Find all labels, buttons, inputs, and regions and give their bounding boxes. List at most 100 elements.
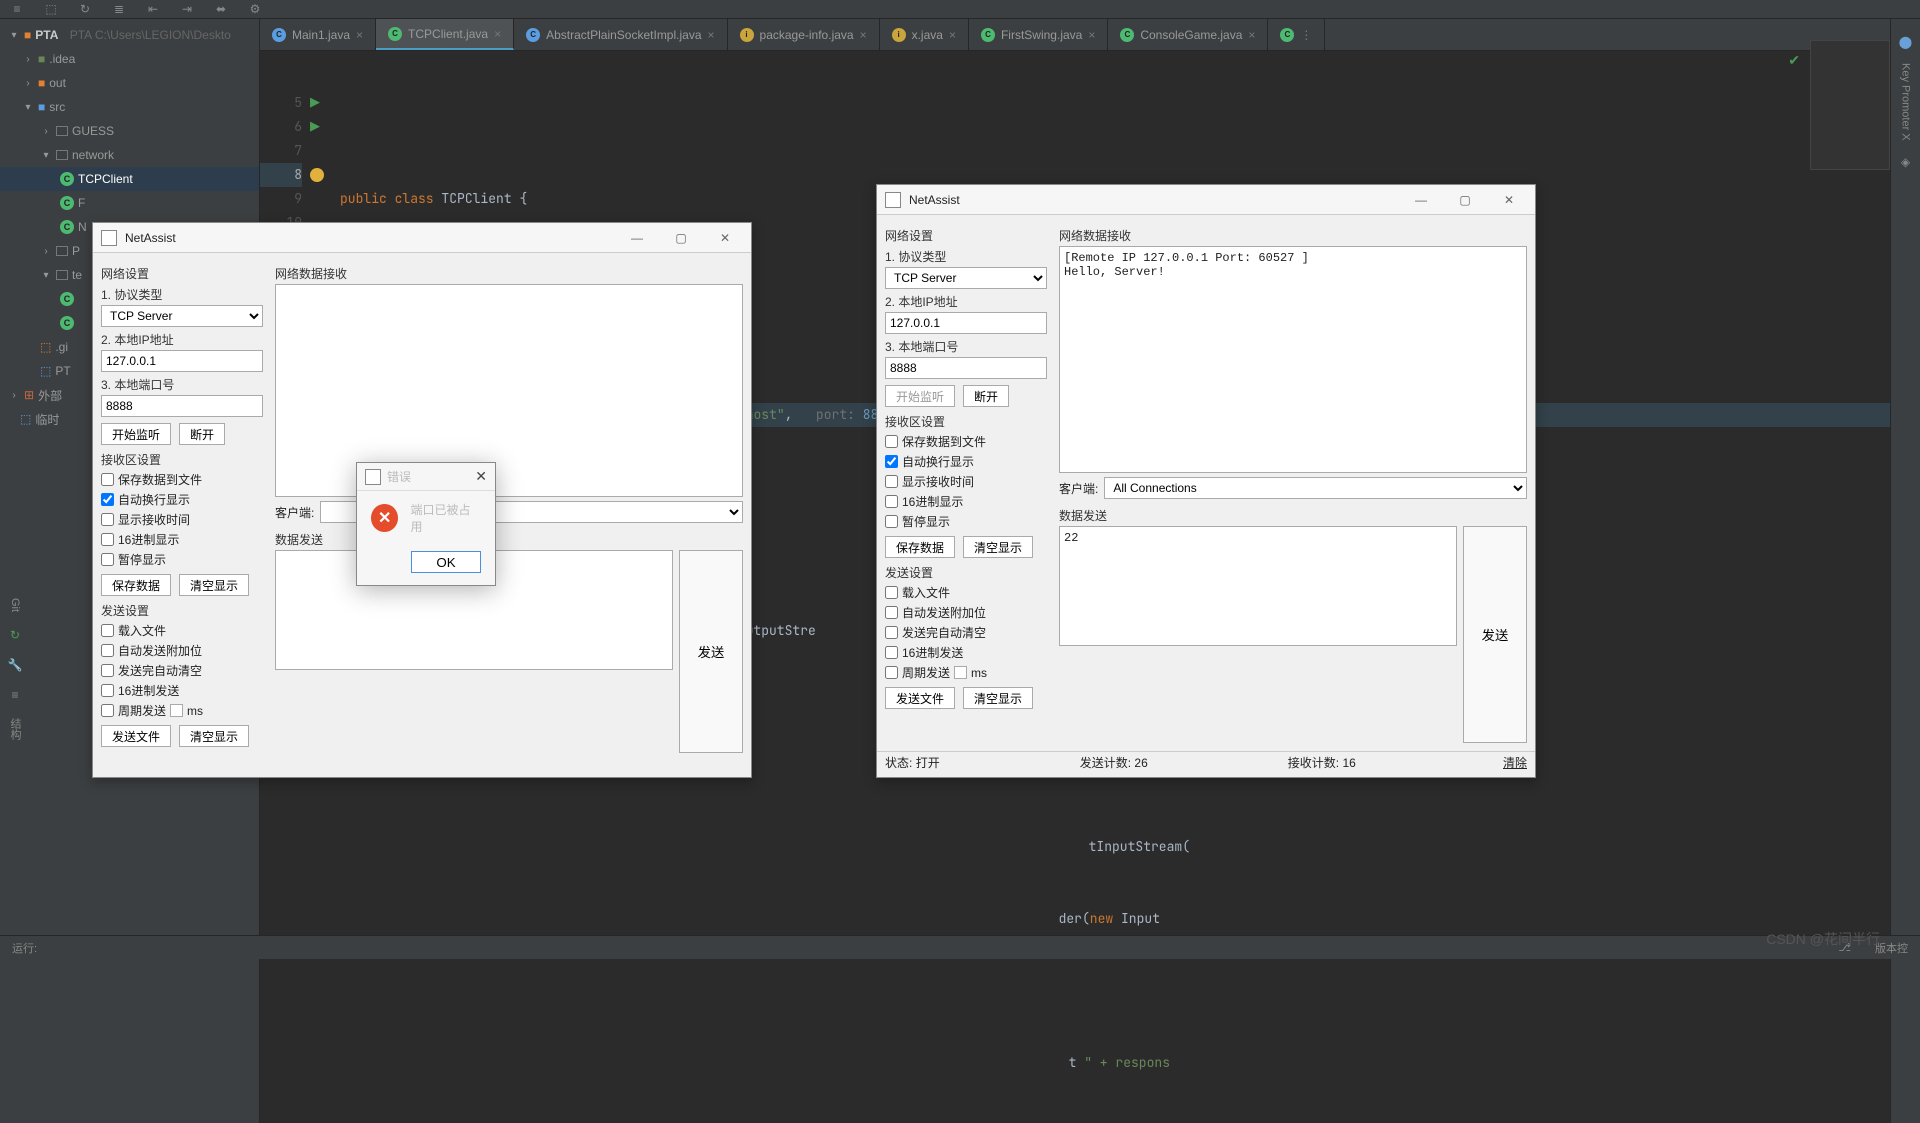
disconnect-button[interactable]: 断开 [179, 423, 225, 445]
indent-icon[interactable]: ≣ [110, 0, 128, 18]
send-button[interactable]: 发送 [1463, 526, 1527, 743]
protocol-select[interactable]: TCP Server [885, 267, 1047, 289]
hexsend-check[interactable]: 16进制发送 [101, 682, 263, 699]
save-file-check[interactable]: 保存数据到文件 [101, 471, 263, 488]
cleardisp-button[interactable]: 清空显示 [963, 536, 1033, 558]
pause-check[interactable]: 暂停显示 [101, 551, 263, 568]
cycle-check[interactable]: 周期发送ms [101, 702, 263, 719]
structure-label[interactable]: 结构 [7, 718, 23, 740]
save-file-check[interactable]: 保存数据到文件 [885, 433, 1047, 450]
hexrecv-check[interactable]: 16进制显示 [885, 493, 1047, 510]
listen-button[interactable]: 开始监听 [101, 423, 171, 445]
autoextra-check[interactable]: 自动发送附加位 [101, 642, 263, 659]
tab-main1[interactable]: CMain1.java× [260, 19, 376, 50]
expand-icon[interactable]: ⇥ [178, 0, 196, 18]
ok-button[interactable]: OK [411, 551, 481, 573]
ip-input[interactable] [885, 312, 1047, 334]
cleardisp-button[interactable]: 清空显示 [179, 574, 249, 596]
status-clear[interactable]: 清除 [1503, 754, 1527, 771]
cube-icon[interactable]: ◈ [1901, 155, 1910, 169]
close-icon[interactable]: × [949, 28, 956, 42]
menu-icon[interactable]: ≡ [8, 0, 26, 18]
port-input[interactable] [885, 357, 1047, 379]
client-select[interactable]: All Connections [1104, 477, 1527, 499]
cycle-input[interactable] [954, 666, 967, 679]
minimize-button[interactable]: — [1403, 188, 1439, 212]
key-promoter-label[interactable]: Key Promoter X [1900, 63, 1912, 141]
sendfile-button[interactable]: 发送文件 [101, 725, 171, 747]
cycle-input[interactable] [170, 704, 183, 717]
clearsend-button[interactable]: 清空显示 [179, 725, 249, 747]
hexsend-check[interactable]: 16进制发送 [885, 644, 1047, 661]
tree-item[interactable]: ▾■src [0, 95, 259, 119]
minimap[interactable] [1810, 40, 1890, 170]
showtime-check[interactable]: 显示接收时间 [885, 473, 1047, 490]
sync-icon[interactable]: ↻ [76, 0, 94, 18]
autowrap-check[interactable]: 自动换行显示 [885, 453, 1047, 470]
tab-more[interactable]: C⋮ [1268, 19, 1325, 50]
send-textarea[interactable]: 22 [1059, 526, 1457, 646]
structure-icon[interactable]: ≡ [11, 688, 18, 702]
netassist-window-2[interactable]: NetAssist — ▢ ✕ 网络设置 1. 协议类型 TCP Server … [876, 184, 1536, 778]
autoclear-check[interactable]: 发送完自动清空 [101, 662, 263, 679]
maximize-button[interactable]: ▢ [1447, 188, 1483, 212]
hammer-icon[interactable]: 🔧 [8, 658, 23, 672]
loadfile-check[interactable]: 载入文件 [885, 584, 1047, 601]
git-tool[interactable]: Git [9, 598, 21, 612]
tab-tcpclient[interactable]: CTCPClient.java× [376, 19, 514, 50]
gear-icon[interactable]: ⚙ [246, 0, 264, 18]
autowrap-check[interactable]: 自动换行显示 [101, 491, 263, 508]
close-icon[interactable]: × [494, 27, 501, 41]
tree-item[interactable]: ›■out [0, 71, 259, 95]
run-label[interactable]: 运行: [12, 940, 37, 956]
port-input[interactable] [101, 395, 263, 417]
hexrecv-check[interactable]: 16进制显示 [101, 531, 263, 548]
tab-abstractplain[interactable]: CAbstractPlainSocketImpl.java× [514, 19, 727, 50]
autoclear-check[interactable]: 发送完自动清空 [885, 624, 1047, 641]
minimize-button[interactable]: — [619, 226, 655, 250]
send-button[interactable]: 发送 [679, 550, 743, 753]
tab-firstswing[interactable]: CFirstSwing.java× [969, 19, 1108, 50]
tree-item[interactable]: ›■.idea [0, 47, 259, 71]
tree-item-tcpclient[interactable]: CTCPClient [0, 167, 259, 191]
tree-root[interactable]: ▾■ PTA PTA C:\Users\LEGION\Deskto [0, 23, 259, 47]
close-icon[interactable]: ✕ [475, 468, 487, 485]
tree-item[interactable]: CF [0, 191, 259, 215]
tree-item[interactable]: ›GUESS [0, 119, 259, 143]
savedata-button[interactable]: 保存数据 [101, 574, 171, 596]
maximize-button[interactable]: ▢ [663, 226, 699, 250]
showtime-check[interactable]: 显示接收时间 [101, 511, 263, 528]
run-icon[interactable]: ▶ [310, 115, 340, 139]
find-icon[interactable]: ⬌ [212, 0, 230, 18]
bulb-icon[interactable] [310, 168, 324, 182]
listen-button[interactable]: 开始监听 [885, 385, 955, 407]
close-button[interactable]: ✕ [707, 226, 743, 250]
recv-textarea[interactable] [275, 284, 743, 497]
savedata-button[interactable]: 保存数据 [885, 536, 955, 558]
collapse-icon[interactable]: ⇤ [144, 0, 162, 18]
sendfile-button[interactable]: 发送文件 [885, 687, 955, 709]
pause-check[interactable]: 暂停显示 [885, 513, 1047, 530]
save-icon[interactable]: ⬚ [42, 0, 60, 18]
disconnect-button[interactable]: 断开 [963, 385, 1009, 407]
autoextra-check[interactable]: 自动发送附加位 [885, 604, 1047, 621]
tab-x[interactable]: ix.java× [880, 19, 969, 50]
loadfile-check[interactable]: 载入文件 [101, 622, 263, 639]
tree-item[interactable]: ▾network [0, 143, 259, 167]
close-button[interactable]: ✕ [1491, 188, 1527, 212]
close-icon[interactable]: × [708, 28, 715, 42]
clearsend-button[interactable]: 清空显示 [963, 687, 1033, 709]
bing-icon[interactable]: ⬤ [1899, 35, 1912, 49]
run-icon[interactable]: ▶ [310, 91, 340, 115]
close-icon[interactable]: × [1248, 28, 1255, 42]
close-icon[interactable]: × [356, 28, 363, 42]
tab-packageinfo[interactable]: ipackage-info.java× [728, 19, 880, 50]
commit-icon[interactable]: ↻ [10, 628, 20, 642]
cycle-check[interactable]: 周期发送ms [885, 664, 1047, 681]
close-icon[interactable]: × [860, 28, 867, 42]
close-icon[interactable]: × [1088, 28, 1095, 42]
tab-consolegame[interactable]: CConsoleGame.java× [1108, 19, 1268, 50]
ip-input[interactable] [101, 350, 263, 372]
recv-textarea[interactable]: [Remote IP 127.0.0.1 Port: 60527 ] Hello… [1059, 246, 1527, 473]
protocol-select[interactable]: TCP Server [101, 305, 263, 327]
